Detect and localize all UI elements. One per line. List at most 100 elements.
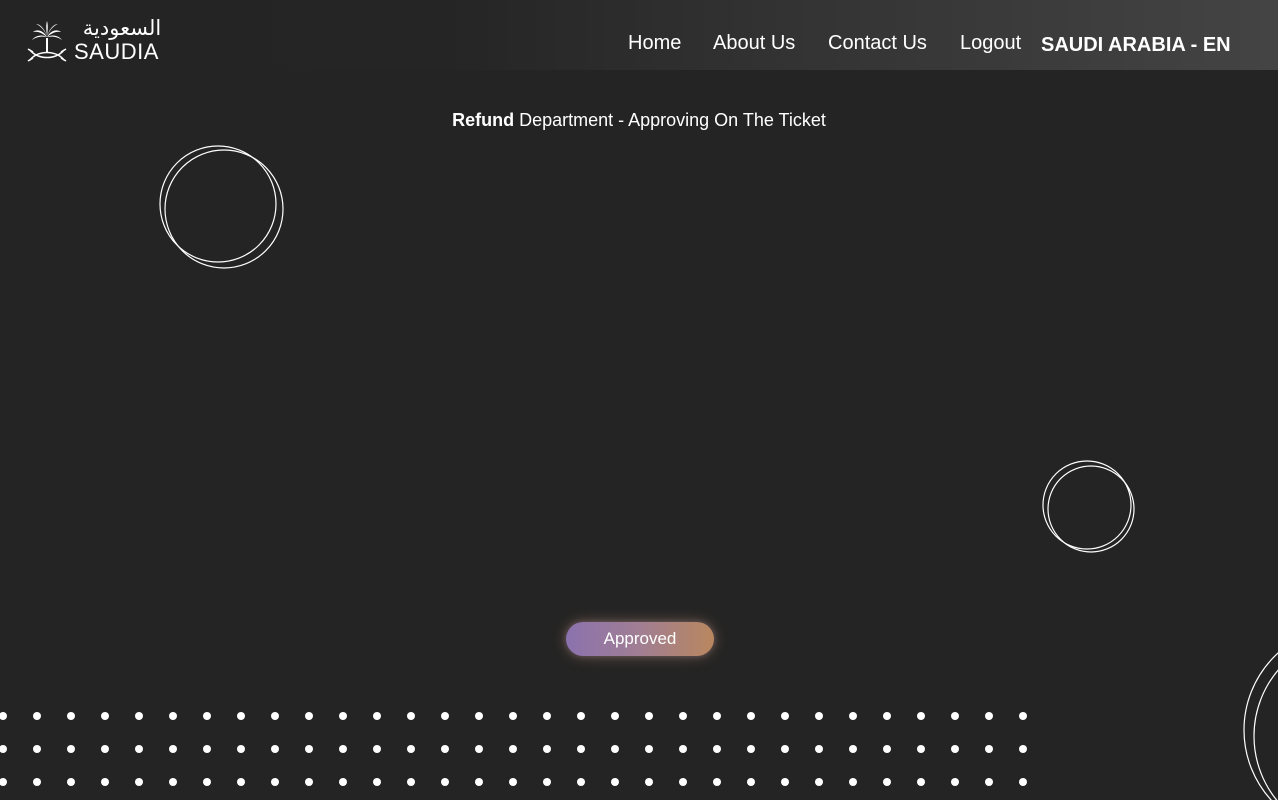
nav-home-link[interactable]: Home: [628, 30, 681, 56]
decorative-dot: [679, 745, 687, 753]
decorative-circles-right: [1042, 460, 1135, 553]
header-bar: السعودية SAUDIA Home About Us Contact Us…: [0, 0, 1278, 70]
decorative-dot: [33, 778, 41, 786]
decorative-dot: [339, 778, 347, 786]
approved-status-button[interactable]: Approved: [566, 622, 714, 656]
decorative-dot: [373, 745, 381, 753]
decorative-dot: [373, 712, 381, 720]
decorative-dot: [305, 778, 313, 786]
decorative-dot: [849, 712, 857, 720]
decorative-dot: [781, 745, 789, 753]
saudia-logo[interactable]: السعودية SAUDIA: [26, 16, 171, 66]
decorative-circles-left: [159, 145, 284, 269]
decorative-dot: [407, 745, 415, 753]
decorative-circles-corner: [1243, 652, 1278, 800]
logo-arabic-text: السعودية: [82, 16, 162, 40]
decorative-dot: [203, 712, 211, 720]
decorative-dot: [577, 712, 585, 720]
decorative-dot: [747, 778, 755, 786]
decorative-dot: [169, 745, 177, 753]
decorative-dot: [475, 778, 483, 786]
decorative-dot: [747, 745, 755, 753]
decorative-dot: [271, 712, 279, 720]
decorative-dot: [645, 745, 653, 753]
decorative-dot: [0, 712, 7, 720]
decorative-dot: [101, 712, 109, 720]
decorative-dot: [543, 712, 551, 720]
decorative-dot: [509, 712, 517, 720]
decorative-dot: [543, 745, 551, 753]
decorative-dot: [815, 745, 823, 753]
decorative-dot: [849, 745, 857, 753]
decorative-dot: [577, 778, 585, 786]
decorative-dot: [679, 712, 687, 720]
decorative-dot: [713, 745, 721, 753]
decorative-dot: [611, 778, 619, 786]
decorative-dot: [407, 712, 415, 720]
decorative-dot: [135, 778, 143, 786]
nav-about-link[interactable]: About Us: [713, 30, 795, 56]
decorative-dot: [713, 712, 721, 720]
decorative-dot: [917, 778, 925, 786]
page-title: Refund Department - Approving On The Tic…: [0, 108, 1278, 132]
decorative-dot: [883, 712, 891, 720]
decorative-dot-grid: [0, 700, 1030, 800]
decorative-dot: [883, 745, 891, 753]
decorative-dot: [713, 778, 721, 786]
decorative-dot: [237, 778, 245, 786]
decorative-dot: [985, 778, 993, 786]
nav-contact-link[interactable]: Contact Us: [828, 30, 927, 56]
decorative-dot: [101, 778, 109, 786]
nav-logout-link[interactable]: Logout: [960, 30, 1021, 56]
decorative-dot: [815, 778, 823, 786]
decorative-dot: [781, 778, 789, 786]
decorative-dot: [917, 745, 925, 753]
decorative-dot: [67, 745, 75, 753]
decorative-dot: [339, 745, 347, 753]
page: السعودية SAUDIA Home About Us Contact Us…: [0, 0, 1278, 800]
decorative-dot: [305, 745, 313, 753]
decorative-dot: [917, 712, 925, 720]
decorative-dot: [271, 745, 279, 753]
decorative-dot: [815, 712, 823, 720]
decorative-dot: [679, 778, 687, 786]
decorative-dot: [1019, 745, 1027, 753]
decorative-dot: [169, 778, 177, 786]
decorative-dot: [203, 745, 211, 753]
decorative-dot: [645, 778, 653, 786]
decorative-dot: [883, 778, 891, 786]
decorative-dot: [509, 778, 517, 786]
region-language-selector[interactable]: SAUDI ARABIA - EN: [1041, 32, 1231, 58]
decorative-dot: [67, 712, 75, 720]
palm-swords-emblem-icon: [27, 21, 67, 62]
decorative-dot: [577, 745, 585, 753]
decorative-dot: [645, 712, 653, 720]
decorative-dot: [1019, 778, 1027, 786]
decorative-dot: [33, 712, 41, 720]
decorative-dot: [169, 712, 177, 720]
decorative-dot: [985, 712, 993, 720]
decorative-dot: [339, 712, 347, 720]
decorative-dot: [781, 712, 789, 720]
decorative-dot: [441, 745, 449, 753]
decorative-dot: [951, 778, 959, 786]
logo-latin-text: SAUDIA: [74, 39, 159, 64]
decorative-dot: [747, 712, 755, 720]
decorative-dot: [237, 745, 245, 753]
decorative-dot: [101, 745, 109, 753]
decorative-dot: [271, 778, 279, 786]
page-title-bold: Refund: [452, 110, 515, 130]
decorative-dot: [373, 778, 381, 786]
decorative-dot: [0, 745, 7, 753]
decorative-dot: [441, 712, 449, 720]
decorative-dot: [67, 778, 75, 786]
decorative-dot: [951, 712, 959, 720]
decorative-dot: [543, 778, 551, 786]
decorative-dot: [0, 778, 7, 786]
decorative-dot: [237, 712, 245, 720]
decorative-dot: [951, 745, 959, 753]
decorative-dot: [509, 745, 517, 753]
decorative-dot: [135, 745, 143, 753]
decorative-dot: [1019, 712, 1027, 720]
decorative-dot: [475, 745, 483, 753]
